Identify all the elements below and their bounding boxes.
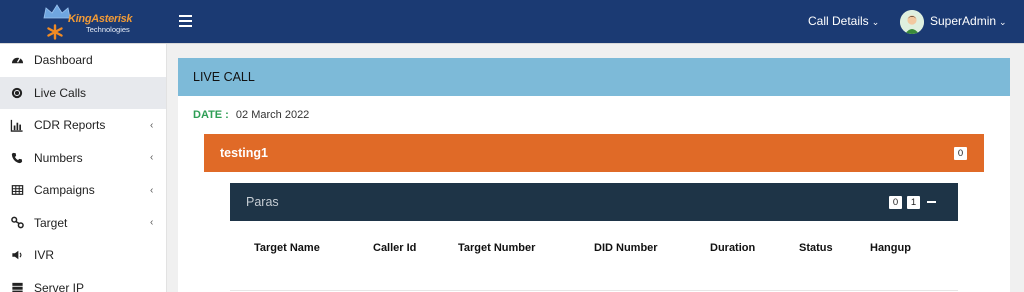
user-avatar-icon: [900, 10, 924, 34]
chevron-down-icon: ⌄: [871, 17, 880, 27]
hamburger-line: [179, 25, 192, 27]
brand-subtitle: Technologies: [86, 25, 130, 34]
date-label: DATE :: [193, 109, 229, 121]
column-header-target-name: Target Name: [254, 242, 320, 254]
campaign-count-badge: 0: [954, 147, 967, 160]
brand-logo[interactable]: KingAsterisk Technologies: [38, 4, 133, 40]
collapse-icon[interactable]: [927, 201, 936, 203]
campaign-header[interactable]: testing1 0: [204, 134, 984, 172]
target-title: Paras: [246, 195, 279, 209]
asterisk-icon: [47, 24, 63, 40]
chevron-left-icon: ‹: [150, 119, 154, 131]
column-header-status: Status: [799, 242, 833, 254]
dashboard-icon: [10, 53, 24, 67]
column-header-caller-id: Caller Id: [373, 242, 417, 254]
bar-chart-icon: [10, 118, 24, 132]
sidebar-item-label: Live Calls: [34, 85, 87, 100]
target-count-badge: 1: [907, 196, 920, 209]
hamburger-icon: [179, 15, 192, 17]
user-menu[interactable]: SuperAdmin ⌄: [930, 14, 1007, 28]
sidebar: Dashboard Live Calls CDR Reports ‹ Numbe…: [0, 44, 167, 292]
sidebar-item-server-ip[interactable]: Server IP: [0, 272, 166, 292]
target-icon: [10, 216, 24, 230]
sidebar-item-label: CDR Reports: [34, 118, 106, 133]
live-calls-icon: [10, 86, 24, 100]
menu-toggle-button[interactable]: [179, 15, 192, 27]
call-details-label: Call Details: [808, 14, 869, 28]
sidebar-item-campaigns[interactable]: Campaigns ‹: [0, 174, 166, 207]
sidebar-item-label: IVR: [34, 248, 55, 263]
sidebar-item-ivr[interactable]: IVR: [0, 239, 166, 272]
column-header-hangup: Hangup: [870, 242, 911, 254]
chevron-down-icon: ⌄: [999, 17, 1007, 27]
sidebar-item-label: Campaigns: [34, 183, 95, 198]
sidebar-item-cdr-reports[interactable]: CDR Reports ‹: [0, 109, 166, 142]
phone-icon: [10, 151, 24, 165]
server-icon: [10, 281, 24, 292]
panel-header: LIVE CALL: [178, 58, 1010, 96]
target-count-badge: 0: [889, 196, 902, 209]
main-content: LIVE CALL DATE : 02 March 2022 testing1 …: [167, 44, 1024, 292]
column-header-target-number: Target Number: [458, 242, 536, 254]
hamburger-line: [179, 20, 192, 22]
table-icon: [10, 183, 24, 197]
call-details-dropdown[interactable]: Call Details ⌄: [808, 14, 879, 28]
column-header-duration: Duration: [710, 242, 756, 254]
chevron-left-icon: ‹: [150, 217, 154, 229]
live-call-panel: LIVE CALL DATE : 02 March 2022 testing1 …: [178, 58, 1010, 292]
sidebar-item-label: Dashboard: [34, 53, 93, 68]
column-header-did-number: DID Number: [594, 242, 658, 254]
avatar[interactable]: [900, 10, 924, 34]
sidebar-item-live-calls[interactable]: Live Calls: [0, 76, 166, 109]
user-name: SuperAdmin: [930, 14, 997, 28]
sidebar-item-label: Numbers: [34, 150, 83, 165]
sidebar-item-label: Target: [34, 215, 68, 230]
date-row: DATE : 02 March 2022: [193, 109, 309, 121]
top-navbar: KingAsterisk Technologies Call Details ⌄ …: [0, 0, 1024, 44]
brand-name: KingAsterisk: [68, 13, 133, 25]
sidebar-item-target[interactable]: Target ‹: [0, 207, 166, 240]
target-header[interactable]: Paras 0 1: [230, 183, 958, 221]
table-divider: [230, 290, 958, 291]
chevron-left-icon: ‹: [150, 152, 154, 164]
date-value: 02 March 2022: [235, 109, 310, 121]
sidebar-item-dashboard[interactable]: Dashboard: [0, 44, 166, 77]
volume-icon: [10, 248, 24, 262]
campaign-title: testing1: [220, 146, 268, 160]
sidebar-item-numbers[interactable]: Numbers ‹: [0, 142, 166, 175]
page-title: LIVE CALL: [193, 70, 255, 84]
chevron-left-icon: ‹: [150, 184, 154, 196]
sidebar-item-label: Server IP: [34, 280, 85, 292]
